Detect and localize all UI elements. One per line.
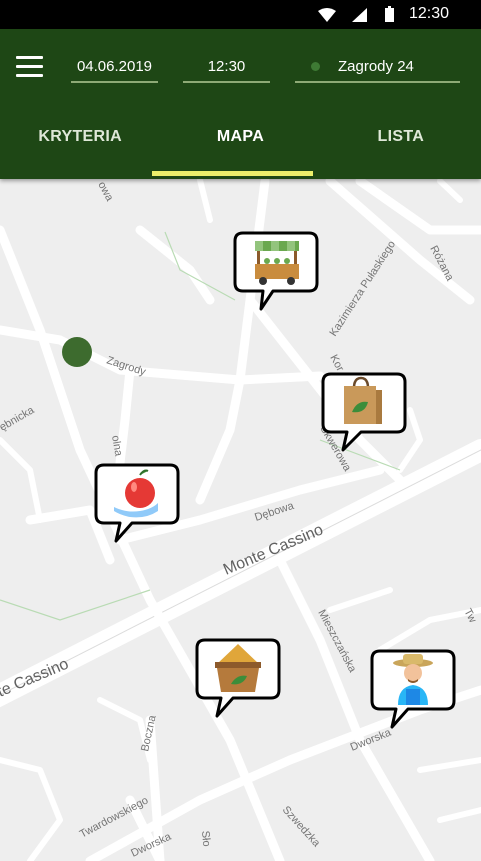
app-bar: 04.06.2019 12:30 Zagrody 24 KRYTERIA MAP… [0, 29, 481, 179]
date-field[interactable]: 04.06.2019 [71, 51, 158, 83]
location-dot-icon [311, 61, 320, 71]
time-field[interactable]: 12:30 [183, 51, 270, 83]
status-time: 12:30 [408, 5, 449, 22]
tab-bar: KRYTERIA MAPA LISTA [0, 111, 481, 179]
street-label-kazimierza: Kazimierza Pułaskiego [327, 239, 398, 339]
map-marker-farmer[interactable] [370, 649, 458, 731]
active-tab-indicator [152, 171, 313, 176]
user-location-dot [62, 337, 92, 367]
date-value: 04.06.2019 [76, 57, 153, 75]
street-label-monte-cassino-left: te Cassino [0, 655, 71, 700]
street-label-polna: olna [109, 434, 125, 457]
street-label-debnicka: ębnicka [0, 404, 37, 434]
street-label-owa: owa [95, 180, 115, 204]
street-label-monte-cassino: Monte Cassino [221, 521, 326, 578]
street-label-kor: Kor [327, 353, 346, 374]
location-value: Zagrody 24 [338, 57, 414, 75]
battery-icon [385, 6, 394, 22]
map-marker-grain-sack[interactable] [195, 638, 283, 720]
wifi-icon [318, 8, 336, 22]
map-marker-market-stall[interactable] [233, 231, 321, 313]
hamburger-menu-icon[interactable] [16, 56, 43, 78]
tab-lista[interactable]: LISTA [321, 111, 481, 179]
signal-icon [352, 8, 367, 22]
location-field[interactable]: Zagrody 24 [295, 51, 460, 83]
status-bar: 12:30 [0, 0, 481, 29]
tab-mapa[interactable]: MAPA [160, 111, 320, 179]
map-view[interactable]: Zagrody Dębowa Monte Cassino te Cassino … [0, 179, 481, 861]
time-value: 12:30 [207, 57, 246, 75]
street-label-slo: Sło [199, 830, 212, 847]
street-label-szwedzka: Szwedzka [280, 804, 323, 850]
map-marker-shopping-bag[interactable] [321, 372, 409, 454]
map-marker-apple[interactable] [94, 463, 182, 545]
tab-kryteria[interactable]: KRYTERIA [0, 111, 160, 179]
